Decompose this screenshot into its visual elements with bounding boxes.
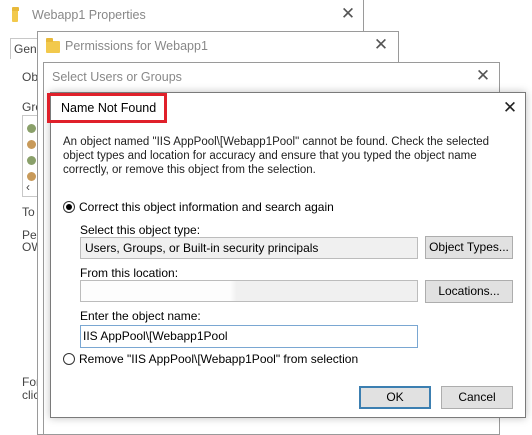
error-message: An object named "IIS AppPool\[Webapp1Poo… [63, 136, 490, 176]
object-label: Ob [22, 70, 39, 84]
to-label: To [22, 205, 35, 219]
object-name-input[interactable]: IIS AppPool\[Webapp1Pool [80, 325, 418, 348]
scroll-left-icon[interactable]: ‹ [26, 180, 30, 194]
close-icon[interactable]: ✕ [373, 36, 389, 53]
object-types-button[interactable]: Object Types... [425, 236, 513, 259]
location-label: From this location: [80, 266, 179, 280]
close-icon[interactable]: ✕ [340, 5, 356, 22]
object-type-field: Users, Groups, or Built-in security prin… [80, 237, 418, 259]
tab-general-label: Gen [14, 42, 37, 56]
correct-radio[interactable] [63, 201, 75, 213]
folder-icon [46, 38, 60, 53]
remove-option-label[interactable]: Remove "IIS AppPool\[Webapp1Pool" from s… [79, 352, 358, 366]
user-icon [27, 140, 36, 149]
location-field [80, 280, 418, 302]
folder-icon [12, 7, 19, 22]
properties-title: Webapp1 Properties [32, 8, 146, 22]
ok-button[interactable]: OK [359, 386, 431, 409]
user-icon [27, 156, 36, 165]
select-users-title: Select Users or Groups [52, 70, 182, 84]
location-redaction [81, 281, 233, 301]
name-not-found-dialog: Name Not Found ✕ An object named "IIS Ap… [47, 92, 526, 418]
close-icon[interactable]: ✕ [475, 67, 491, 84]
object-type-label: Select this object type: [80, 223, 201, 237]
object-name-label: Enter the object name: [80, 309, 201, 323]
permissions-title: Permissions for Webapp1 [65, 39, 208, 53]
close-icon[interactable]: ✕ [502, 99, 518, 116]
locations-button[interactable]: Locations... [425, 280, 513, 303]
correct-option-label[interactable]: Correct this object information and sear… [79, 200, 334, 214]
cancel-button[interactable]: Cancel [441, 386, 513, 409]
remove-radio[interactable] [63, 353, 75, 365]
dialog-title: Name Not Found [61, 101, 157, 115]
user-icon [27, 124, 36, 133]
